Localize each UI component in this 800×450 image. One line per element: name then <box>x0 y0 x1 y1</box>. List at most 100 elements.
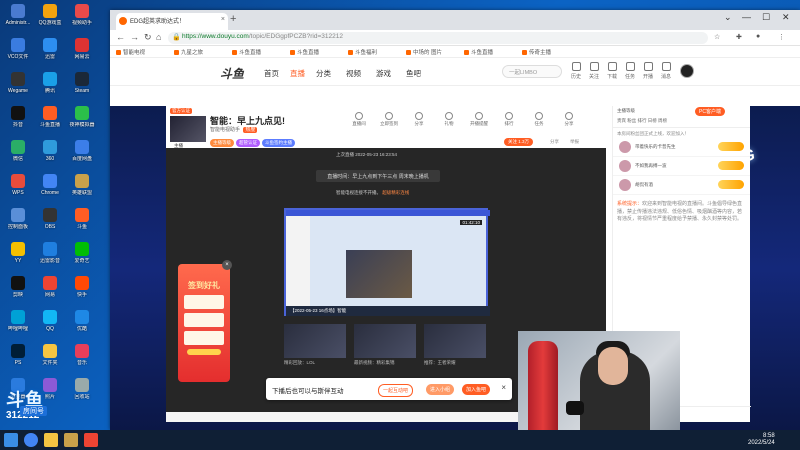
room-action-icon[interactable]: 立即签到 <box>378 112 400 127</box>
signin-gift-panel[interactable]: 签到好礼 <box>178 264 230 382</box>
rank-row[interactable]: 不如我再搏一波 <box>613 157 750 176</box>
room-tag[interactable]: 主播等级 <box>210 139 234 147</box>
tab-close-icon[interactable]: × <box>221 16 225 23</box>
desktop-icon[interactable]: 腾讯 <box>34 72 66 106</box>
download-icon[interactable]: 下载 <box>602 62 622 80</box>
minimize-icon[interactable]: — <box>742 12 751 22</box>
room-action-icon[interactable]: 任务 <box>528 112 550 127</box>
desktop-icon[interactable]: QQ <box>34 310 66 344</box>
browser-tab[interactable]: EDG超英求助达式！ × <box>116 13 228 30</box>
promo-interact-button[interactable]: 一起互动吧 <box>378 384 414 397</box>
nav-live[interactable]: 直播 <box>290 68 305 79</box>
menu-icon[interactable]: ⋮ <box>778 33 785 41</box>
search-input[interactable]: 一起LIMBO <box>502 65 562 78</box>
bookmark-item[interactable]: 斗鱼福利 <box>348 48 377 56</box>
douyu-logo[interactable]: 斗鱼 <box>220 65 244 82</box>
desktop-icon[interactable]: 网易云 <box>66 38 98 72</box>
gift-claim-button[interactable] <box>187 349 221 355</box>
room-action-icon[interactable]: 直播间 <box>348 112 370 127</box>
user-avatar[interactable] <box>680 64 694 78</box>
close-window-icon[interactable]: ✕ <box>782 12 790 23</box>
home-icon[interactable]: ⌂ <box>156 32 161 42</box>
nav-category[interactable]: 分类 <box>316 68 331 79</box>
game-taskbar-icon[interactable] <box>64 433 78 447</box>
chat-tabs[interactable]: 贵宾 粉丝 排行 日榜 周榜 <box>617 118 667 124</box>
desktop-icon[interactable]: Wegame <box>2 72 34 106</box>
desktop-icon[interactable]: 英雄联盟 <box>66 174 98 208</box>
room-tag[interactable]: 斗鱼签约主播 <box>262 139 295 147</box>
message-icon[interactable]: 消息 <box>656 62 676 80</box>
desktop-icon[interactable]: PS <box>2 344 34 378</box>
reload-icon[interactable]: ↻ <box>144 32 152 43</box>
desktop-icon[interactable]: 360 <box>34 140 66 174</box>
room-action-icon[interactable]: 开播提醒 <box>468 112 490 127</box>
room-action-icon[interactable]: 排行 <box>498 112 520 127</box>
desktop-icon[interactable]: 文件夹 <box>34 344 66 378</box>
desktop-icon[interactable]: 视频助手 <box>66 4 98 38</box>
clock[interactable]: 8:58 2022/5/24 <box>748 433 775 447</box>
desktop-icon[interactable]: 剪映 <box>2 276 34 310</box>
desktop-icon[interactable]: 回收站 <box>66 378 98 412</box>
desktop-icon[interactable]: 百度网盘 <box>66 140 98 174</box>
desktop-icon[interactable]: 音乐 <box>66 344 98 378</box>
url-input[interactable]: 🔒 https://www.douyu.com/topic/EDGgpfPCZB… <box>168 32 708 44</box>
desktop-icon[interactable]: 优酷 <box>66 310 98 344</box>
thumbnail-1[interactable] <box>284 324 346 358</box>
follow-icon[interactable]: 关注 <box>584 62 604 80</box>
promo-group-button[interactable]: 进入小组 <box>426 384 455 395</box>
history-icon[interactable]: 历史 <box>566 62 586 80</box>
desktop-icon[interactable]: 控制面板 <box>2 208 34 242</box>
bookmark-item[interactable]: 斗鱼直播 <box>464 48 493 56</box>
desktop-icon[interactable]: 斗鱼直播 <box>34 106 66 140</box>
bookmark-item[interactable]: 中场的 图片 <box>406 48 442 56</box>
share-link[interactable]: 分享 <box>550 139 559 145</box>
report-link[interactable]: 举报 <box>570 139 579 145</box>
app-taskbar-icon[interactable] <box>84 433 98 447</box>
start-icon[interactable] <box>4 433 18 447</box>
desktop-icon[interactable]: QQ游戏盒 <box>34 4 66 38</box>
desktop-icon[interactable]: 斗鱼 <box>66 208 98 242</box>
nav-home[interactable]: 首页 <box>264 68 279 79</box>
desktop-icon[interactable]: 爱奇艺 <box>66 242 98 276</box>
subnotice-highlight[interactable]: 超级精彩连线 <box>382 190 409 195</box>
bookmark-item[interactable]: 传奇主播 <box>522 48 551 56</box>
follow-button[interactable]: 关注 1.3万 <box>504 138 534 146</box>
desktop-icon[interactable]: 微信 <box>2 140 34 174</box>
maximize-icon[interactable]: ☐ <box>762 12 770 23</box>
chrome-taskbar-icon[interactable] <box>24 433 38 447</box>
broadcast-icon[interactable]: 开播 <box>638 62 658 80</box>
desktop-icon[interactable]: WPS <box>2 174 34 208</box>
room-action-icon[interactable]: 分享 <box>408 112 430 127</box>
desktop-icon[interactable]: 抖音 <box>2 106 34 140</box>
replay-preview[interactable]: 01:42:10 【2022-05-23 16点场】智能 <box>284 208 490 316</box>
bookmark-item[interactable]: 斗鱼直播 <box>232 48 261 56</box>
desktop-icon[interactable]: VCO文件 <box>2 38 34 72</box>
thumbnail-2[interactable] <box>354 324 416 358</box>
desktop-icon[interactable]: Chrome <box>34 174 66 208</box>
desktop-icon[interactable]: Administr... <box>2 4 34 38</box>
room-action-icon[interactable]: 礼物 <box>438 112 460 127</box>
rank-row[interactable]: 带着快乐的卡普先生 <box>613 138 750 157</box>
nav-fishbar[interactable]: 鱼吧 <box>406 68 421 79</box>
anchor-name[interactable]: 智能电视助手 <box>210 127 240 133</box>
desktop-icon[interactable]: YY <box>2 242 34 276</box>
bookmark-item[interactable]: 斗鱼直播 <box>290 48 319 56</box>
pc-client-button[interactable]: PC客户端 <box>695 107 725 116</box>
desktop-icon[interactable]: 哔哩哔哩 <box>2 310 34 344</box>
anchor-avatar[interactable] <box>170 116 206 142</box>
desktop-icon[interactable]: 迅雷 <box>34 38 66 72</box>
forward-icon[interactable]: → <box>130 32 139 42</box>
desktop-icon[interactable]: 夜神模拟器 <box>66 106 98 140</box>
task-icon[interactable]: 任务 <box>620 62 640 80</box>
new-tab-button[interactable]: + <box>230 13 236 25</box>
promo-fishbar-button[interactable]: 加入鱼吧 <box>462 384 491 395</box>
profile-icon[interactable]: ● <box>756 33 760 40</box>
nav-video[interactable]: 视频 <box>346 68 361 79</box>
desktop-icon[interactable]: 网易 <box>34 276 66 310</box>
bookmark-star-icon[interactable]: ☆ <box>714 33 720 41</box>
thumbnail-3[interactable] <box>424 324 486 358</box>
tab-search-icon[interactable]: ⌄ <box>724 12 732 23</box>
bookmark-item[interactable]: 九星之旅 <box>174 48 203 56</box>
desktop-icon[interactable]: 快手 <box>66 276 98 310</box>
explorer-taskbar-icon[interactable] <box>44 433 58 447</box>
